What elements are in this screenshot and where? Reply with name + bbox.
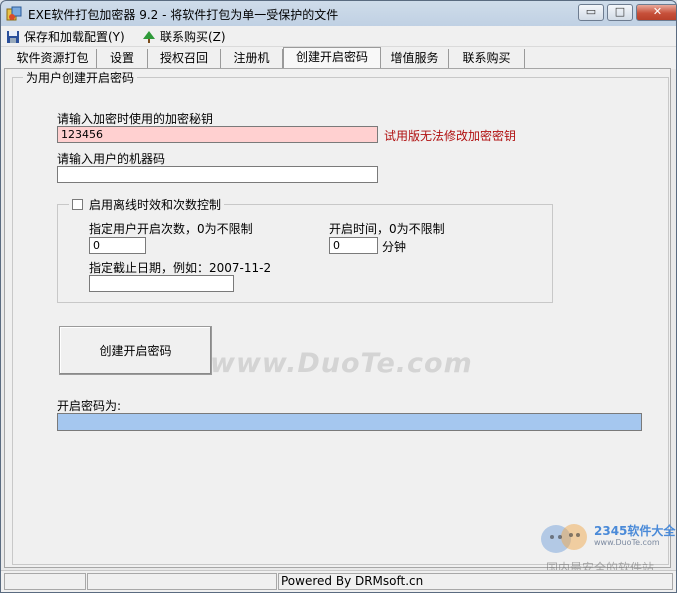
machine-code-label: 请输入用户的机器码 — [57, 152, 166, 166]
open-time-label: 开启时间，0为不限制 — [329, 222, 445, 236]
expiry-date-label: 指定截止日期，例如：2007-11-2 — [89, 261, 272, 275]
tab-keygen[interactable]: 注册机 — [221, 49, 283, 68]
tab-software-packaging[interactable]: 软件资源打包 — [9, 49, 97, 68]
window-title: EXE软件打包加密器 9.2 - 将软件打包为单一受保护的文件 — [28, 8, 339, 22]
minimize-icon: ▭ — [585, 5, 597, 18]
minimize-button[interactable]: ▭ — [578, 4, 604, 21]
open-time-field[interactable] — [329, 237, 378, 254]
encryption-key-field[interactable] — [57, 126, 378, 143]
tab-strip: 软件资源打包 设置 授权召回 注册机 创建开启密码 增值服务 联系购买 — [1, 47, 676, 69]
app-window: EXE软件打包加密器 9.2 - 将软件打包为单一受保护的文件 ▭ □ ✕ 保存… — [0, 0, 677, 593]
open-count-field[interactable] — [89, 237, 146, 254]
site-badge-watermark: 2345软件大全 www.DuoTe.com 国内最安全的软件站 — [538, 515, 676, 575]
result-label: 开启密码为: — [57, 399, 122, 413]
menu-bar: 保存和加载配置(Y) 联系购买(Z) — [1, 26, 676, 47]
result-password-field[interactable] — [57, 413, 642, 431]
duote-watermark: www.DuoTe.com — [210, 348, 473, 379]
tree-icon — [143, 31, 155, 43]
status-pane-1 — [4, 573, 86, 590]
offline-control-checkbox[interactable] — [72, 199, 83, 210]
status-powered-text: Powered By DRMsoft.cn — [281, 574, 424, 588]
status-bar: Powered By DRMsoft.cn — [1, 570, 676, 592]
group-title: 为用户创建开启密码 — [23, 69, 138, 86]
tab-page-create-password: 为用户创建开启密码 请输入加密时使用的加密秘钥 试用版无法修改加密密钥 请输入用… — [4, 68, 671, 568]
close-icon: ✕ — [652, 5, 663, 18]
app-icon — [6, 6, 22, 21]
menu-save-load-label: 保存和加载配置(Y) — [24, 30, 125, 44]
tab-settings[interactable]: 设置 — [97, 49, 148, 68]
menu-save-load-config[interactable]: 保存和加载配置(Y) — [6, 28, 125, 44]
status-pane-powered: Powered By DRMsoft.cn — [278, 573, 673, 590]
machine-code-field[interactable] — [57, 166, 378, 183]
close-button[interactable]: ✕ — [636, 4, 676, 21]
expiry-date-field[interactable] — [89, 275, 234, 292]
badge-url-text: www.DuoTe.com — [594, 538, 660, 547]
tab-license-recall[interactable]: 授权召回 — [148, 49, 221, 68]
offline-control-label: 启用离线时效和次数控制 — [89, 198, 222, 212]
open-time-unit: 分钟 — [382, 240, 407, 254]
key-warning-text: 试用版无法修改加密密钥 — [384, 129, 517, 143]
offline-control-legend: 启用离线时效和次数控制 — [69, 196, 225, 213]
maximize-button[interactable]: □ — [607, 4, 633, 21]
status-pane-2 — [87, 573, 277, 590]
menu-contact-purchase[interactable]: 联系购买(Z) — [142, 28, 226, 44]
tab-contact-purchase[interactable]: 联系购买 — [449, 49, 525, 68]
maximize-icon: □ — [614, 5, 626, 18]
menu-contact-label: 联系购买(Z) — [160, 30, 226, 44]
badge-brand-text: 2345软件大全 — [594, 524, 676, 538]
key-label: 请输入加密时使用的加密秘钥 — [57, 112, 214, 126]
tab-value-added[interactable]: 增值服务 — [381, 49, 449, 68]
tab-create-open-password[interactable]: 创建开启密码 — [283, 47, 381, 69]
save-disk-icon — [7, 31, 19, 43]
mascot-icon — [541, 524, 587, 553]
title-bar[interactable]: EXE软件打包加密器 9.2 - 将软件打包为单一受保护的文件 ▭ □ ✕ — [1, 1, 676, 26]
create-password-button[interactable]: 创建开启密码 — [59, 326, 212, 375]
open-count-label: 指定用户开启次数，0为不限制 — [89, 222, 253, 236]
